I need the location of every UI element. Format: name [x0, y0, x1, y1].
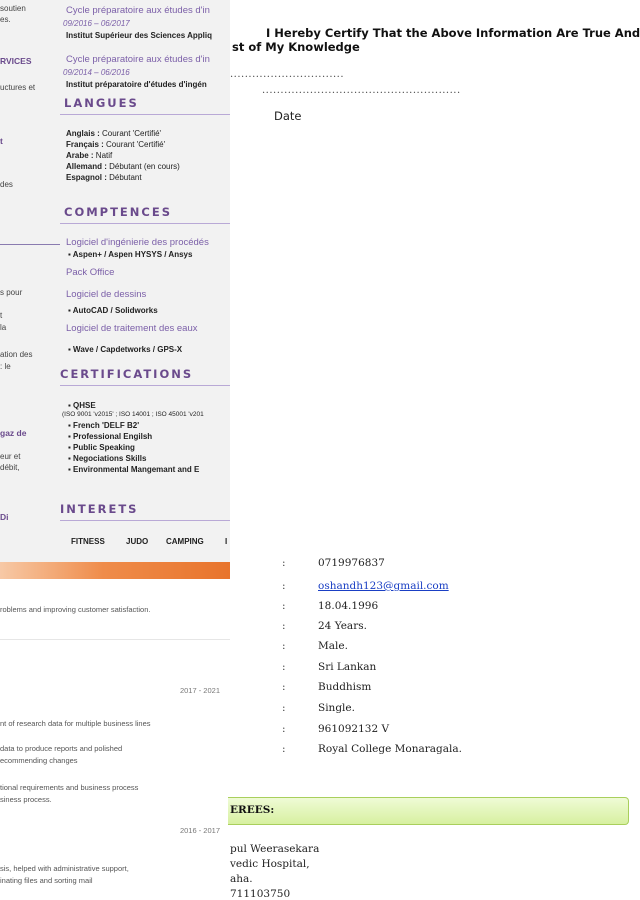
signature-dots: ............................... — [230, 69, 345, 80]
education-title-2: Cycle préparatoire aux études d'in — [66, 54, 210, 65]
divider — [60, 223, 230, 224]
certification-detail: (ISO 9001 'v2015' ; ISO 14001 ; ISO 4500… — [62, 411, 204, 418]
job-years: 2016 - 2017 — [179, 826, 220, 835]
detail-value: 18.04.1996 — [318, 600, 379, 612]
job-line: sis, helped with administrative support, — [0, 864, 129, 873]
detail-colon: : — [282, 702, 286, 714]
lang-item: Anglais : Courant 'Certifié' — [66, 129, 162, 138]
certification-item: ▪ Negociations Skills — [68, 454, 147, 463]
interets-heading: INTERETS — [60, 502, 139, 516]
summary-text: roblems and improving customer satisfact… — [0, 605, 151, 614]
cv-middle-column: Cycle préparatoire aux études d'in 09/20… — [60, 0, 230, 562]
interest-item: CAMPING — [166, 537, 204, 546]
left-fragment-text: eur et — [0, 452, 21, 461]
detail-colon: : — [282, 640, 286, 652]
certification-item: ▪ French 'DELF B2' — [68, 421, 140, 430]
divider — [60, 385, 230, 386]
job-line: data to produce reports and polished — [0, 744, 123, 753]
job-line: nt of research data for multiple busines… — [0, 719, 151, 728]
divider — [0, 244, 60, 245]
certifications-heading: CERTIFICATIONS — [60, 367, 194, 381]
interest-item: JUDO — [126, 537, 149, 546]
left-fragment-text: uctures et — [0, 83, 36, 92]
detail-value: 961092132 V — [318, 723, 390, 735]
job-line: tional requirements and business process — [0, 783, 139, 792]
education-school-2: Institut préparatoire d'études d'ingén — [66, 80, 207, 89]
left-fragment-text: RVICES — [0, 56, 32, 66]
divider — [60, 114, 230, 115]
detail-value: 24 Years. — [318, 620, 367, 632]
detail-colon: : — [282, 723, 286, 735]
left-fragment-text: soutien — [0, 4, 26, 13]
detail-colon: : — [282, 580, 286, 592]
left-fragment-text: t — [0, 136, 3, 146]
education-dates-1: 09/2016 – 06/2017 — [63, 19, 130, 28]
referee-line: 711103750 — [230, 888, 291, 900]
skill-group-title: Logiciel de dessins — [66, 289, 147, 300]
job-years: 2017 - 2021 — [179, 686, 220, 695]
lang-item: Arabe : Natif — [66, 151, 113, 160]
skill-group-title: Logiciel d'ingénierie des procédés — [66, 237, 209, 248]
detail-value: Sri Lankan — [318, 661, 377, 673]
left-fragment-text: débit, — [0, 463, 20, 472]
lang-item: Espagnol : Débutant — [66, 173, 142, 182]
detail-value: 0719976837 — [318, 557, 385, 569]
skill-group-title: Pack Office — [66, 267, 115, 278]
left-cv-fragment: soutien es. RVICES uctures et t des s pour t la a… — [0, 0, 60, 562]
referees-title: EREES: — [230, 804, 275, 816]
certification-item: ▪ Public Speaking — [68, 443, 135, 452]
interest-item: FITNESS — [71, 537, 105, 546]
certification-item: ▪ QHSE — [68, 401, 96, 410]
resume-lower-fragment: roblems and improving customer satisfact… — [0, 579, 230, 895]
email-link[interactable]: oshandh123@gmail.com — [318, 580, 449, 592]
detail-value: Buddhism — [318, 681, 372, 693]
lang-item: Français : Courant 'Certifié' — [66, 140, 166, 149]
job-line: siness process. — [0, 795, 52, 804]
referees-header-bar — [228, 797, 629, 825]
referee-line: pul Weerasekara — [230, 843, 320, 855]
competences-heading: COMPTENCES — [64, 205, 172, 219]
education-title-1: Cycle préparatoire aux études d'in — [66, 5, 210, 16]
detail-colon: : — [282, 557, 286, 569]
date-dots: ........................................… — [262, 85, 461, 96]
interest-item: I — [225, 537, 228, 546]
certify-line-1: I Hereby Certify That the Above Informat… — [266, 26, 640, 40]
left-fragment-text: t — [0, 311, 3, 320]
referee-line: aha. — [230, 873, 253, 885]
left-fragment-text: Di — [0, 512, 9, 522]
skill-items: ▪ Aspen+ / Aspen HYSYS / Ansys — [68, 250, 193, 259]
langues-heading: LANGUES — [64, 96, 139, 110]
left-fragment-text: es. — [0, 15, 11, 24]
detail-colon: : — [282, 600, 286, 612]
divider — [60, 520, 230, 521]
orange-section-band — [0, 562, 230, 579]
left-fragment-text: : le — [0, 362, 11, 371]
detail-colon: : — [282, 620, 286, 632]
left-fragment-text: des — [0, 180, 13, 189]
detail-colon: : — [282, 681, 286, 693]
detail-value: Male. — [318, 640, 348, 652]
referee-line: vedic Hospital, — [230, 858, 310, 870]
job-line: ecommending changes — [0, 756, 78, 765]
left-fragment-text: s pour — [0, 288, 23, 297]
lang-item: Allemand : Débutant (en cours) — [66, 162, 180, 171]
left-fragment-text: la — [0, 323, 7, 332]
skill-group-title: Logiciel de traitement des eaux — [66, 323, 198, 334]
left-fragment-text: ation des — [0, 350, 33, 359]
job-line: inating files and sorting mail — [0, 876, 93, 885]
certification-item: ▪ Professional Engilsh — [68, 432, 153, 441]
education-dates-2: 09/2014 – 06/2016 — [63, 68, 130, 77]
certification-item: ▪ Environmental Mangemant and E — [68, 465, 200, 474]
detail-colon: : — [282, 743, 286, 755]
detail-value: Royal College Monaragala. — [318, 743, 462, 755]
skill-items: ▪ AutoCAD / Solidworks — [68, 306, 158, 315]
certify-line-2: st of My Knowledge — [232, 40, 360, 54]
skill-items: ▪ Wave / Capdetworks / GPS-X — [68, 345, 183, 354]
left-fragment-text: gaz de — [0, 428, 27, 438]
education-school-1: Institut Supérieur des Sciences Appliq — [66, 31, 212, 40]
divider — [0, 639, 230, 640]
detail-value: Single. — [318, 702, 355, 714]
detail-colon: : — [282, 661, 286, 673]
date-label: Date — [274, 109, 302, 123]
